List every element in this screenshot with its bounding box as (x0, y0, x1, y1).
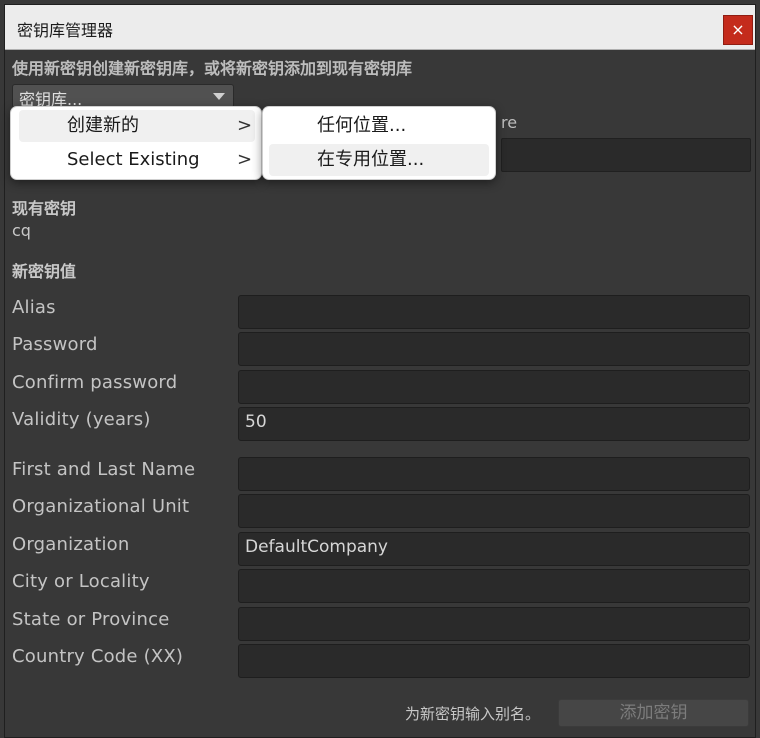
submenu-item-any-location[interactable]: 任何位置... (269, 110, 489, 142)
keystore-dropdown[interactable]: 密钥库... (12, 84, 234, 109)
first-last-name-field[interactable] (238, 457, 750, 491)
password-field[interactable] (238, 332, 750, 366)
state-label: State or Province (12, 609, 170, 630)
submenu-item-dedicated-location[interactable]: 在专用位置... (269, 144, 489, 176)
menu-item-create-new-label: 创建新的 (67, 115, 139, 136)
chevron-right-icon: > (237, 115, 253, 136)
confirm-password-field[interactable] (238, 370, 750, 404)
create-new-submenu: 任何位置... 在专用位置... (262, 106, 496, 180)
country-code-field[interactable] (238, 644, 750, 678)
password-label: Password (12, 334, 98, 355)
alias-label: Alias (12, 297, 56, 318)
menu-item-select-existing-label: Select Existing (67, 149, 200, 170)
keystore-menu: 创建新的 > Select Existing > (10, 106, 262, 180)
title-bar: 密钥库管理器 × (5, 5, 755, 50)
organization-field[interactable]: DefaultCompany (238, 532, 750, 566)
confirm-password-label: Confirm password (12, 372, 178, 393)
state-field[interactable] (238, 607, 750, 641)
obscured-field (501, 138, 751, 172)
validity-label: Validity (years) (12, 409, 151, 430)
dropdown-arrow-icon (213, 93, 225, 100)
city-label: City or Locality (12, 571, 150, 592)
first-last-name-label: First and Last Name (12, 459, 196, 480)
add-key-button[interactable]: 添加密钥 (558, 699, 749, 727)
submenu-item-dedicated-location-label: 在专用位置... (317, 149, 425, 170)
organizational-unit-label: Organizational Unit (12, 496, 190, 517)
footer-hint-text: 为新密钥输入别名。 (405, 705, 541, 723)
validity-field[interactable]: 50 (238, 407, 750, 441)
organization-label: Organization (12, 534, 130, 555)
submenu-item-any-location-label: 任何位置... (317, 115, 407, 136)
chevron-right-icon: > (237, 149, 253, 170)
menu-item-create-new[interactable]: 创建新的 > (19, 110, 255, 142)
organizational-unit-field[interactable] (238, 494, 750, 528)
instruction-text: 使用新密钥创建新密钥库，或将新密钥添加到现有密钥库 (12, 59, 413, 78)
existing-key-heading: 现有密钥 (12, 199, 77, 218)
new-key-heading: 新密钥值 (12, 262, 77, 281)
city-field[interactable] (238, 569, 750, 603)
menu-item-select-existing[interactable]: Select Existing > (19, 144, 255, 176)
country-code-label: Country Code (XX) (12, 646, 184, 667)
close-button[interactable]: × (723, 15, 753, 45)
existing-key-value: cq (12, 221, 31, 240)
obscured-label-fragment: re (501, 113, 518, 132)
window-title: 密钥库管理器 (17, 21, 114, 40)
alias-field[interactable] (238, 295, 750, 329)
